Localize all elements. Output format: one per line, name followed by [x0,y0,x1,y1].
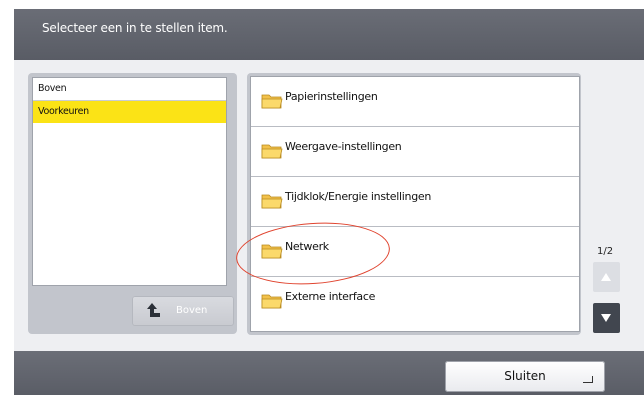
main-panel: Papierinstellingen Weergave-instellingen… [247,73,581,335]
breadcrumb-item-selected[interactable]: Voorkeuren [33,101,226,123]
breadcrumb-list: Boven Voorkeuren [32,77,227,286]
up-level-button[interactable]: Boven [132,296,234,326]
folder-icon [261,294,283,309]
list-item-label: Papierinstellingen [285,90,378,103]
enter-icon [583,376,593,383]
close-button-label: Sluiten [504,369,546,383]
chevron-up-icon [601,273,611,281]
list-item-netwerk[interactable]: Netwerk [251,227,579,277]
return-up-arrow-icon [147,303,160,317]
page-indicator: 1/2 [597,246,614,257]
folder-icon [261,144,283,159]
list-item-label: Netwerk [285,240,329,253]
footer-bar: Sluiten [14,351,644,395]
close-button[interactable]: Sluiten [445,361,605,392]
chevron-down-icon [601,314,611,322]
list-item-tijdklok-energie[interactable]: Tijdklok/Energie instellingen [251,177,579,227]
breadcrumb-item-top[interactable]: Boven [33,78,226,101]
settings-item-list: Papierinstellingen Weergave-instellingen… [250,76,580,332]
list-item-label: Externe interface [285,290,376,303]
list-item-externe-interface[interactable]: Externe interface [251,277,579,331]
header-bar: Selecteer een in te stellen item. [14,9,644,60]
scroll-down-button[interactable] [593,303,620,333]
list-item-label: Tijdklok/Energie instellingen [285,190,432,203]
list-item-label: Weergave-instellingen [285,140,402,153]
page-title: Selecteer een in te stellen item. [42,21,228,35]
breadcrumb-item-label: Boven [38,83,67,94]
scroll-up-button[interactable] [593,262,620,292]
folder-icon [261,244,283,259]
up-level-button-label: Boven [176,305,208,316]
settings-screen: Selecteer een in te stellen item. Boven … [14,9,644,395]
breadcrumb-item-label: Voorkeuren [38,106,89,117]
list-item-weergave-instellingen[interactable]: Weergave-instellingen [251,127,579,177]
left-panel: Boven Voorkeuren Boven [28,73,237,334]
folder-icon [261,194,283,209]
list-item-papierinstellingen[interactable]: Papierinstellingen [251,77,579,127]
folder-icon [261,94,283,109]
